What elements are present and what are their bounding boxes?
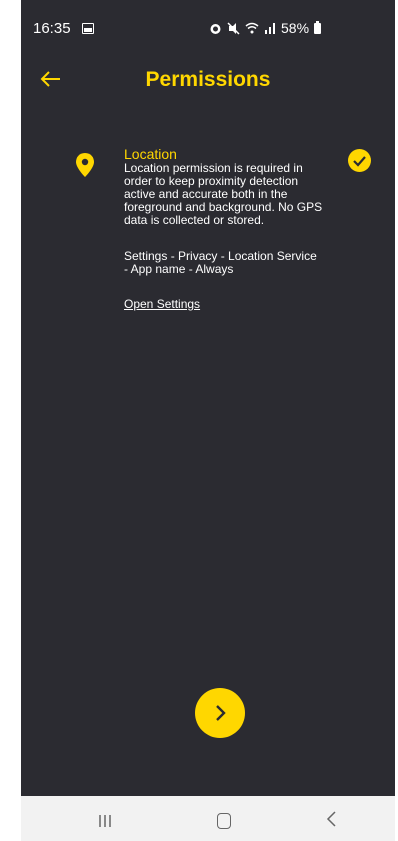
battery-icon (314, 20, 322, 34)
permission-title: Location (124, 146, 177, 162)
permission-settings-path: Settings - Privacy - Location Service - … (124, 249, 317, 276)
next-button[interactable] (195, 688, 245, 738)
granted-check-icon (348, 149, 371, 172)
status-icons: 58% (209, 20, 322, 36)
system-nav-bar (21, 796, 395, 841)
mute-icon (227, 21, 240, 35)
signal-icon (265, 23, 275, 34)
status-bar: 16:35 58% (21, 0, 395, 46)
recent-apps-icon[interactable] (99, 814, 111, 828)
app-screen: 16:35 58% Permissions Location Location … (21, 0, 395, 841)
location-pin-icon (76, 153, 94, 177)
open-settings-link[interactable]: Open Settings (124, 297, 200, 311)
back-icon[interactable] (325, 809, 337, 829)
wifi-icon (245, 22, 259, 34)
alarm-icon (210, 23, 221, 34)
gallery-icon (82, 23, 94, 34)
permission-description: Location permission is required in order… (124, 161, 323, 227)
status-time: 16:35 (33, 20, 71, 37)
battery-percent: 58% (281, 20, 310, 36)
home-icon[interactable] (217, 813, 231, 829)
chevron-right-icon (216, 705, 226, 721)
page-title: Permissions (145, 68, 271, 91)
